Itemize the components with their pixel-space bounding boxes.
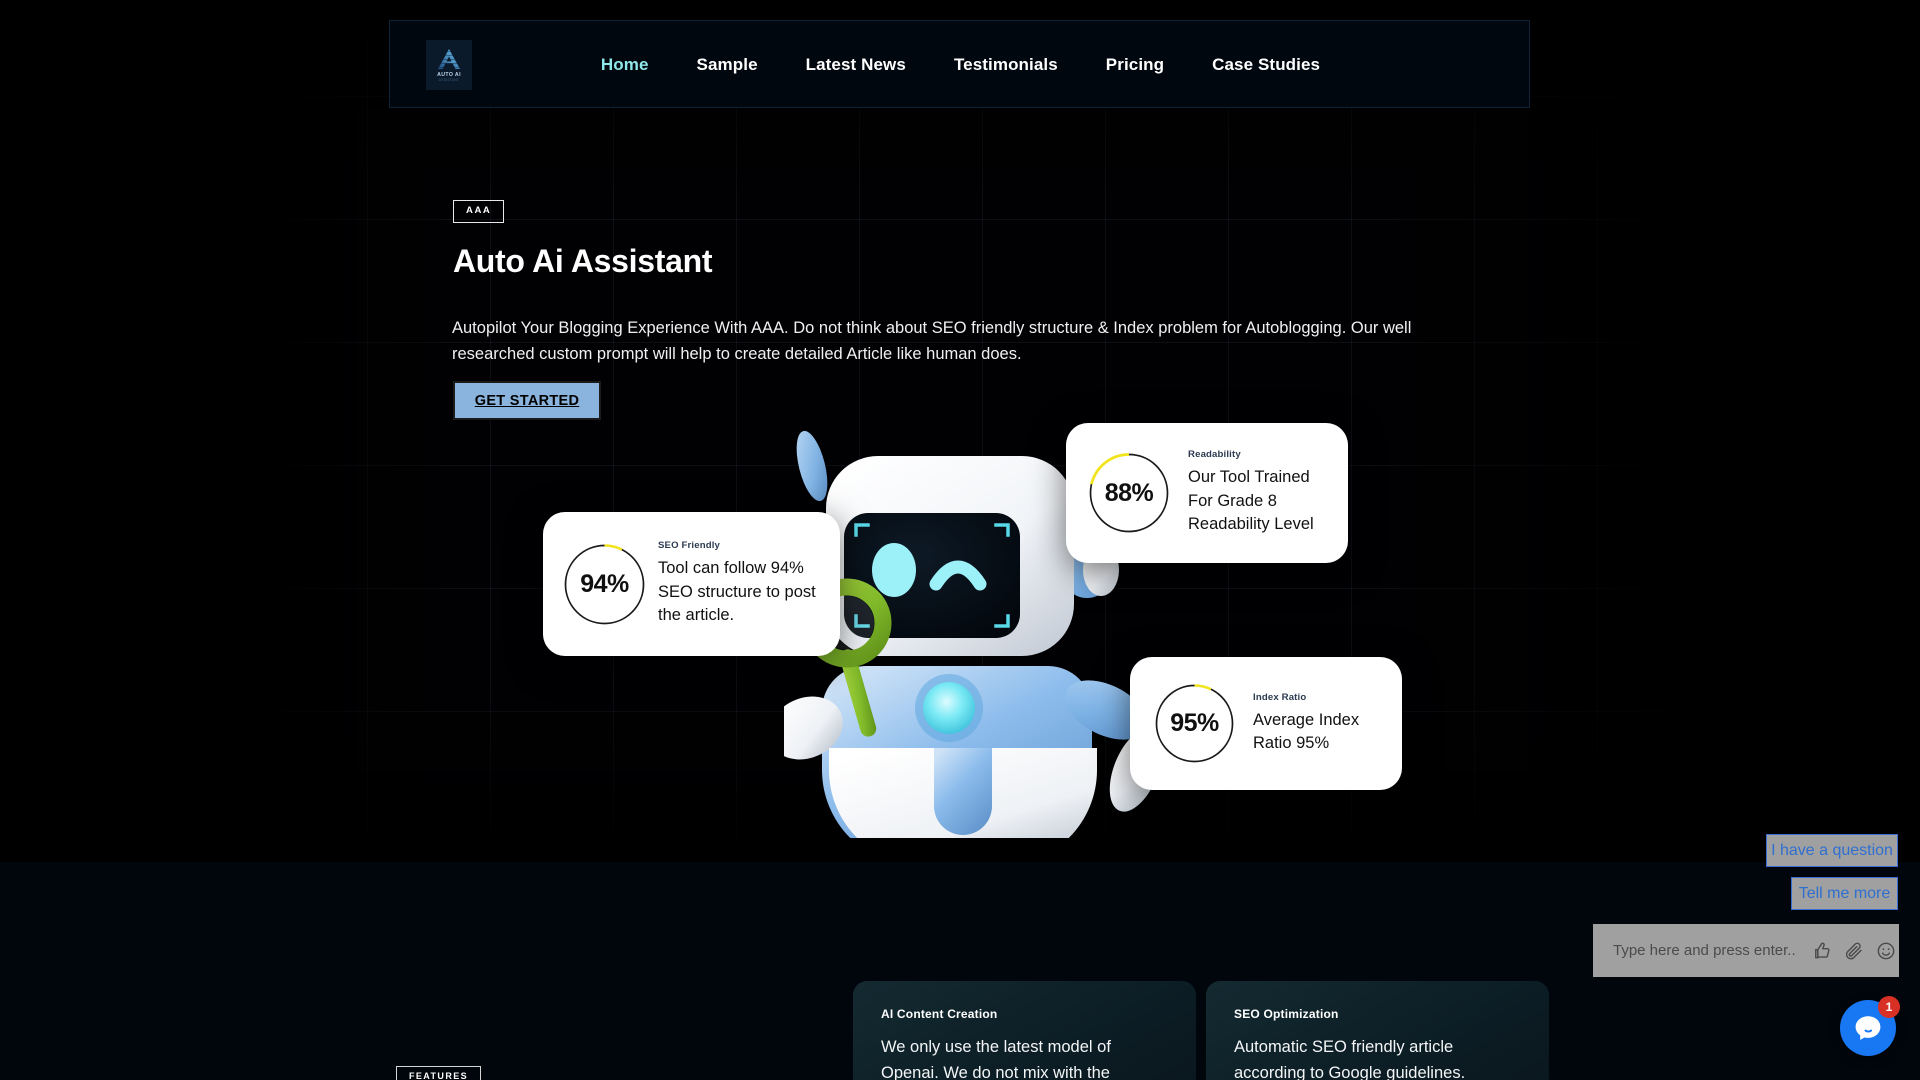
donut-chart-readability: 88%	[1088, 452, 1170, 534]
nav-item-latest-news[interactable]: Latest News	[782, 21, 930, 109]
paperclip-icon[interactable]	[1844, 941, 1864, 961]
hero-fade-right	[1360, 0, 1920, 862]
hero-description: Autopilot Your Blogging Experience With …	[452, 319, 1412, 363]
feature-card-title: AI Content Creation	[881, 1007, 998, 1021]
feature-card-title: SEO Optimization	[1234, 1007, 1339, 1021]
stat-description-readability: Our Tool Trained For Grade 8 Readability…	[1188, 468, 1314, 534]
stat-label-readability: Readability	[1188, 449, 1241, 461]
feature-card-seo-optimization[interactable]: SEO Optimization Automatic SEO friendly …	[1206, 981, 1549, 1080]
nav-item-pricing[interactable]: Pricing	[1082, 21, 1188, 109]
donut-chart-seo: 94%	[563, 543, 646, 626]
chat-message-input[interactable]	[1613, 942, 1812, 959]
chat-quick-reply-tell-me-more[interactable]: Tell me more	[1791, 877, 1898, 910]
stat-percent-seo: 94%	[580, 569, 629, 598]
nav-item-sample[interactable]: Sample	[673, 21, 782, 109]
emoji-icon[interactable]	[1876, 941, 1896, 961]
hero-fade-left	[0, 0, 460, 862]
hero-badge: AAA	[453, 200, 505, 223]
feature-card-description: Automatic SEO friendly article according…	[1234, 1038, 1466, 1080]
donut-chart-index-ratio: 95%	[1154, 683, 1235, 764]
main-nav: Home Sample Latest News Testimonials Pri…	[390, 21, 1531, 109]
nav-item-case-studies[interactable]: Case Studies	[1188, 21, 1344, 109]
stat-percent-index-ratio: 95%	[1170, 709, 1219, 737]
thumbs-up-icon[interactable]	[1812, 941, 1832, 961]
stat-label-index-ratio: Index Ratio	[1253, 691, 1307, 703]
stat-description-seo: Tool can follow 94% SEO structure to pos…	[658, 559, 816, 625]
stat-percent-readability: 88%	[1104, 478, 1154, 507]
features-badge: FEATURES	[396, 1066, 482, 1080]
chat-unread-badge: 1	[1878, 996, 1900, 1018]
feature-card-description: We only use the latest model of Openai. …	[881, 1038, 1111, 1080]
stat-label-seo: SEO Friendly	[658, 540, 721, 552]
chat-quick-reply-question[interactable]: I have a question	[1766, 834, 1898, 867]
feature-card-ai-content-creation[interactable]: AI Content Creation We only use the late…	[853, 981, 1196, 1080]
chat-input-bar	[1593, 924, 1899, 977]
nav-item-home[interactable]: Home	[577, 21, 673, 109]
stat-card-readability: 88% Readability Our Tool Trained For Gra…	[1066, 423, 1348, 563]
chat-input-actions	[1812, 941, 1896, 961]
stat-description-index-ratio: Average Index Ratio 95%	[1253, 710, 1360, 753]
chat-bubble-icon	[1855, 1016, 1881, 1040]
stat-card-seo: 94% SEO Friendly Tool can follow 94% SEO…	[543, 512, 840, 656]
nav-item-testimonials[interactable]: Testimonials	[930, 21, 1082, 109]
page-title: Auto Ai Assistant	[453, 243, 713, 279]
get-started-button[interactable]: GET STARTED	[453, 381, 601, 420]
stat-card-index-ratio: 95% Index Ratio Average Index Ratio 95%	[1130, 657, 1402, 790]
site-header: AUTO AI ASSISTANT Home Sample Latest New…	[389, 20, 1530, 108]
chat-launcher-button[interactable]: 1	[1840, 996, 1900, 1056]
